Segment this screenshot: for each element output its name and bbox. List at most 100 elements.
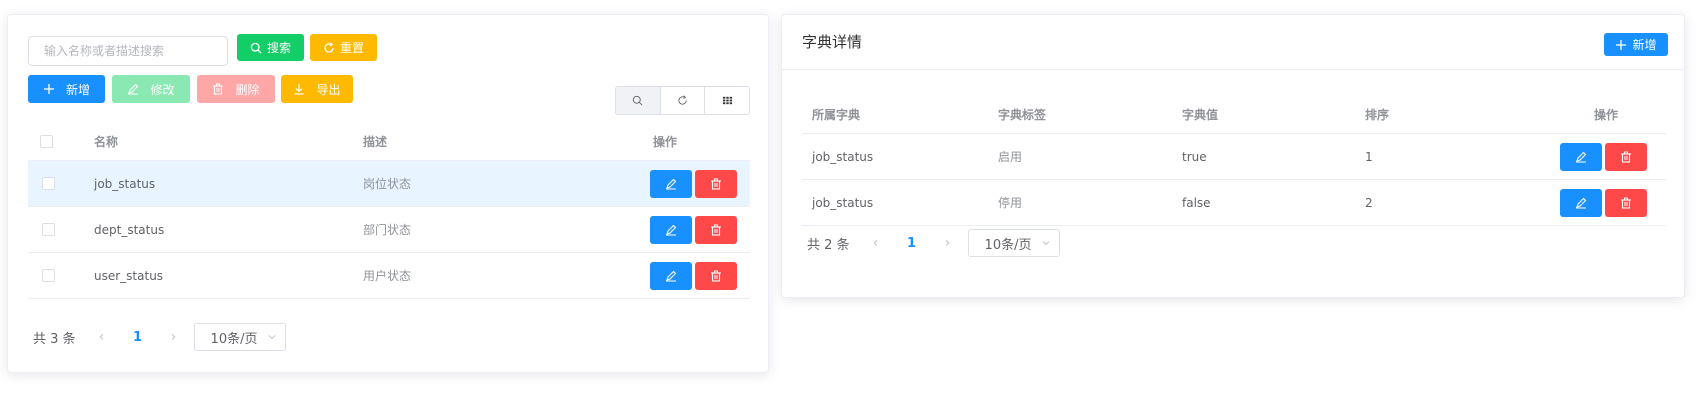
chevron-left-icon[interactable]: ‹ xyxy=(84,329,120,345)
page-size-select[interactable]: 10条/页 xyxy=(193,323,286,351)
add-button-label: 新增 xyxy=(65,82,90,97)
delete-icon xyxy=(711,270,721,282)
reset-button[interactable]: 重置 xyxy=(310,34,377,61)
header-value: 字典值 xyxy=(1182,108,1219,122)
dict-table: 名称 描述 操作 job_status 岗位状态 dept_status 部门状… xyxy=(28,123,750,303)
edit-button-label: 修改 xyxy=(150,82,175,97)
delete-icon xyxy=(1621,197,1631,209)
header-op: 操作 xyxy=(653,135,678,149)
header-sort: 排序 xyxy=(1365,108,1390,122)
row-edit-button[interactable] xyxy=(1560,189,1602,217)
edit-icon xyxy=(1576,197,1587,209)
chevron-right-icon[interactable]: › xyxy=(156,329,192,345)
search-button[interactable]: 搜索 xyxy=(237,34,304,61)
row-checkbox[interactable] xyxy=(42,223,55,236)
row-delete-button[interactable] xyxy=(695,262,737,290)
row-sort: 1 xyxy=(1365,149,1373,164)
page-size-select[interactable]: 10条/页 xyxy=(967,229,1060,257)
table-header-row: 名称 描述 操作 xyxy=(28,123,750,161)
refresh-icon xyxy=(678,95,687,105)
detail-table: 所属字典 字典标签 字典值 排序 操作 job_status 启用 true 1… xyxy=(802,96,1666,236)
row-edit-button[interactable] xyxy=(1560,143,1602,171)
dict-detail-card: 字典详情 新增 所属字典 字典标签 字典值 排序 操作 job_status 启… xyxy=(781,14,1685,298)
add-detail-button-label: 新增 xyxy=(1632,38,1657,52)
pagination-total: 共 2 条 xyxy=(807,237,850,253)
table-header-row: 所属字典 字典标签 字典值 排序 操作 xyxy=(802,96,1666,134)
delete-icon xyxy=(1621,151,1631,163)
reset-button-label: 重置 xyxy=(339,41,364,55)
row-edit-button[interactable] xyxy=(650,216,692,244)
export-button-label: 导出 xyxy=(316,82,341,97)
table-row[interactable]: user_status 用户状态 xyxy=(28,253,750,299)
row-dict: job_status xyxy=(812,195,874,210)
plus-icon xyxy=(1616,39,1627,50)
pagination-current-page[interactable]: 1 xyxy=(120,330,156,345)
delete-button-label: 删除 xyxy=(235,82,260,97)
row-dict: job_status xyxy=(812,149,874,164)
search-button-label: 搜索 xyxy=(266,41,291,55)
pagination-current-page[interactable]: 1 xyxy=(894,236,930,251)
add-button[interactable]: 新增 xyxy=(28,75,105,103)
header-desc: 描述 xyxy=(363,135,388,149)
row-delete-button[interactable] xyxy=(1605,189,1647,217)
header-dict: 所属字典 xyxy=(812,108,861,122)
toggle-search-button[interactable] xyxy=(616,87,661,114)
delete-icon xyxy=(711,178,721,190)
table-row[interactable]: dept_status 部门状态 xyxy=(28,207,750,253)
row-delete-button[interactable] xyxy=(695,216,737,244)
row-delete-button[interactable] xyxy=(695,170,737,198)
row-label: 启用 xyxy=(998,150,1023,164)
search-input[interactable] xyxy=(28,36,228,66)
edit-icon xyxy=(1576,151,1587,163)
row-edit-button[interactable] xyxy=(650,262,692,290)
edit-icon xyxy=(666,224,677,236)
row-edit-button[interactable] xyxy=(650,170,692,198)
row-delete-button[interactable] xyxy=(1605,143,1647,171)
header-op: 操作 xyxy=(1594,108,1619,122)
columns-button[interactable] xyxy=(705,87,749,114)
select-all-checkbox[interactable] xyxy=(40,135,53,148)
table-row[interactable]: job_status 启用 true 1 xyxy=(802,134,1666,180)
row-name: job_status xyxy=(94,176,156,191)
header-name: 名称 xyxy=(94,135,119,149)
row-desc: 用户状态 xyxy=(363,269,412,283)
row-value: false xyxy=(1182,195,1211,210)
chevron-right-icon[interactable]: › xyxy=(930,235,966,251)
row-desc: 部门状态 xyxy=(363,223,412,237)
table-tools xyxy=(615,86,750,115)
search-icon xyxy=(633,95,643,106)
card-title: 字典详情 xyxy=(802,33,863,51)
pagination: 共 3 条 ‹ 1 › 10条/页 xyxy=(33,323,286,351)
pagination: 共 2 条 ‹ 1 › 10条/页 xyxy=(807,229,1060,257)
row-checkbox[interactable] xyxy=(42,177,55,190)
table-row[interactable]: job_status 停用 false 2 xyxy=(802,180,1666,226)
pagination-total: 共 3 条 xyxy=(33,331,76,347)
row-sort: 2 xyxy=(1365,195,1373,210)
refresh-button[interactable] xyxy=(660,87,706,114)
row-checkbox[interactable] xyxy=(42,269,55,282)
row-name: user_status xyxy=(94,268,164,283)
add-detail-button[interactable]: 新增 xyxy=(1604,33,1668,56)
chevron-left-icon[interactable]: ‹ xyxy=(858,235,894,251)
chevron-down-icon xyxy=(1042,241,1049,246)
page-size-value: 10条/页 xyxy=(984,237,1032,253)
search-icon xyxy=(250,42,262,53)
grid-icon xyxy=(722,96,732,105)
header-label: 字典标签 xyxy=(998,108,1047,122)
delete-button[interactable]: 删除 xyxy=(197,75,275,103)
delete-icon xyxy=(711,224,721,236)
refresh-icon xyxy=(324,41,334,53)
export-button[interactable]: 导出 xyxy=(281,75,353,103)
plus-icon xyxy=(43,84,54,94)
card-divider xyxy=(782,69,1684,70)
edit-icon xyxy=(128,83,139,95)
chevron-down-icon xyxy=(268,335,275,340)
row-desc: 岗位状态 xyxy=(363,177,412,191)
row-name: dept_status xyxy=(94,222,165,237)
row-label: 停用 xyxy=(998,196,1023,210)
edit-icon xyxy=(666,178,677,190)
page-size-value: 10条/页 xyxy=(210,331,258,347)
edit-button[interactable]: 修改 xyxy=(112,75,190,103)
table-row[interactable]: job_status 岗位状态 xyxy=(28,161,750,207)
delete-icon xyxy=(213,83,224,95)
